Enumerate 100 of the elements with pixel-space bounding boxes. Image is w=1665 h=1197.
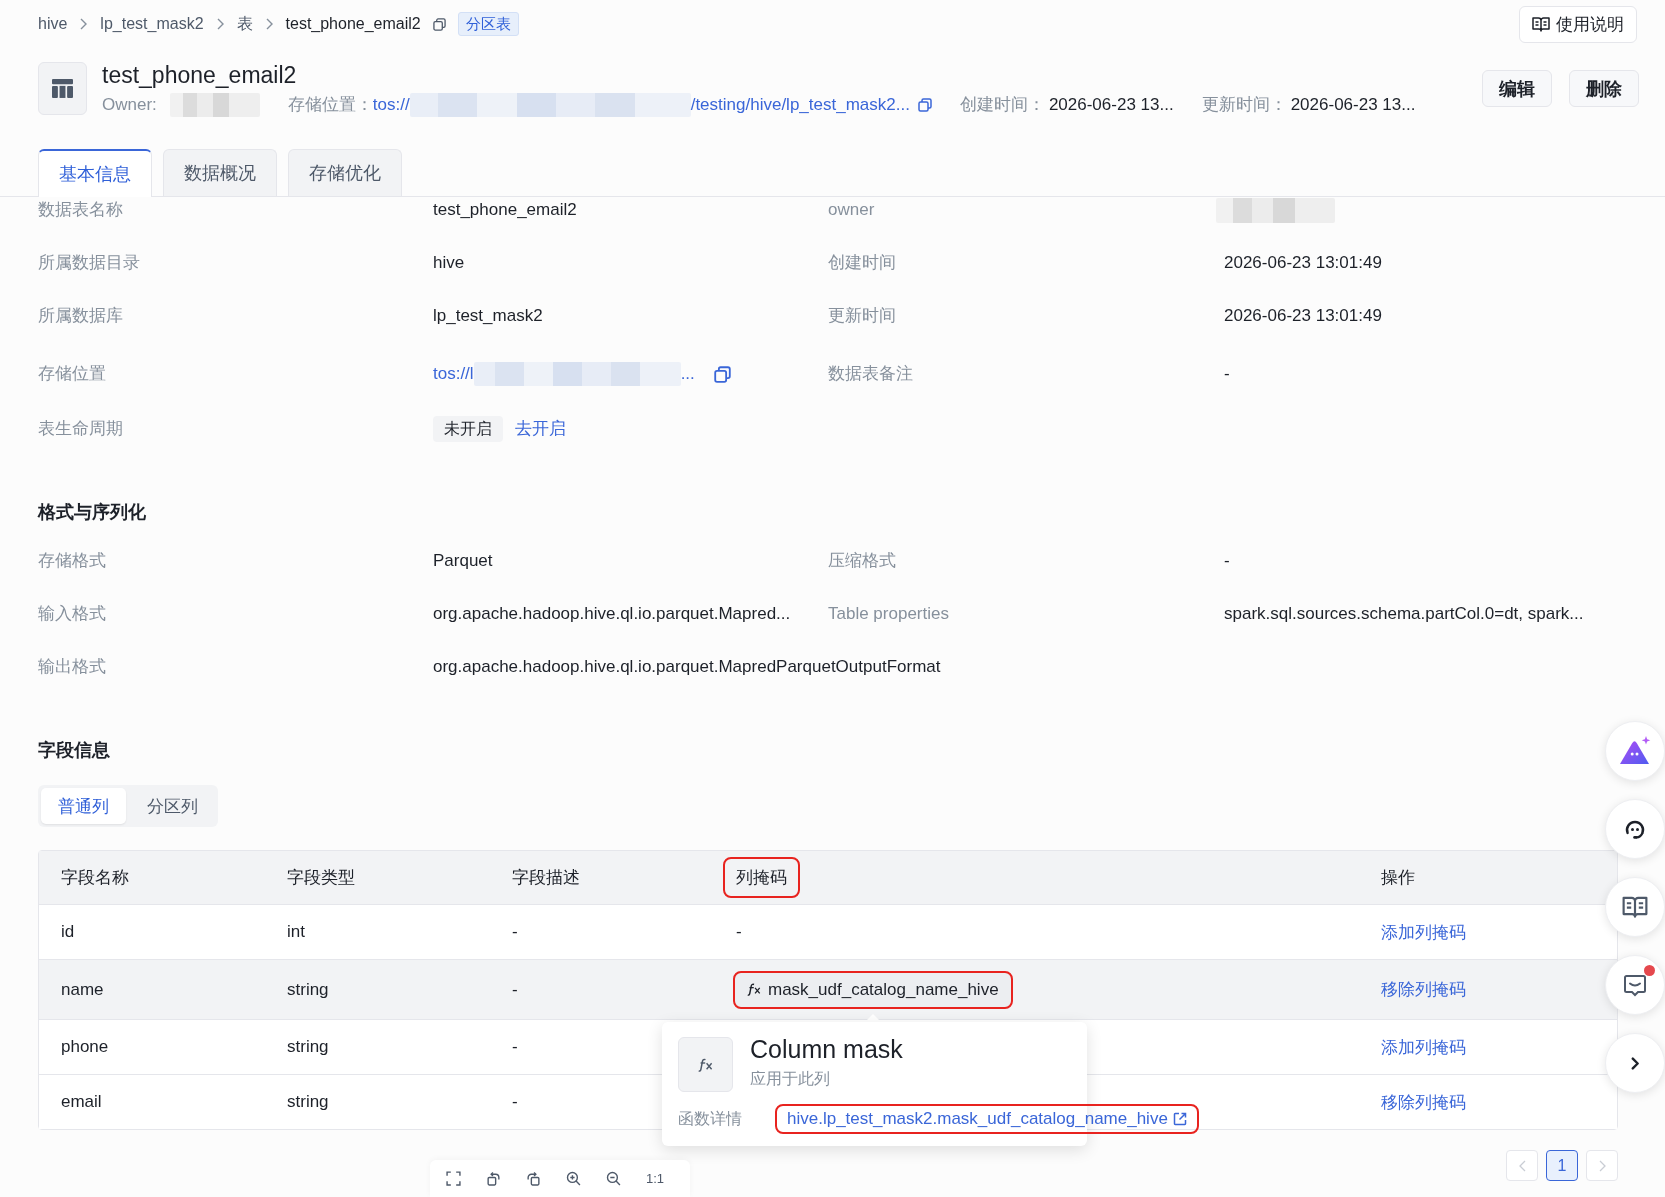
- actual-size-button[interactable]: 1:1: [646, 1171, 665, 1186]
- created-label: 创建时间：: [959, 94, 1045, 116]
- book-icon: [1532, 16, 1550, 32]
- field-label: 数据表备注: [828, 363, 913, 385]
- field-label: 表生命周期: [38, 418, 123, 440]
- field-label: 所属数据目录: [38, 252, 140, 274]
- chevron-right-icon: [1598, 1159, 1606, 1172]
- column-header: 字段描述: [512, 867, 580, 889]
- table-cell: phone: [61, 1037, 109, 1057]
- external-link-icon: [1172, 1112, 1187, 1126]
- action-button[interactable]: 编辑: [1482, 70, 1552, 107]
- field-value: Parquet: [433, 550, 493, 572]
- field-label: 所属数据库: [38, 305, 123, 327]
- floating-button[interactable]: [1605, 877, 1665, 937]
- field-label: 压缩格式: [828, 550, 896, 572]
- floating-button[interactable]: [1605, 799, 1665, 859]
- function-icon: [747, 983, 762, 996]
- breadcrumb-link[interactable]: lp_test_mask2: [100, 13, 204, 35]
- enable-link[interactable]: 去开启: [515, 416, 566, 442]
- fullscreen-icon[interactable]: [446, 1171, 461, 1186]
- row-action-link[interactable]: 移除列掩码: [1381, 1090, 1466, 1114]
- chevron-left-icon: [1518, 1159, 1526, 1172]
- field-value: hive: [433, 252, 465, 274]
- field-value: org.apache.hadoop.hive.ql.io.parquet.Mapred...: [433, 603, 791, 625]
- column-header: 字段类型: [287, 867, 355, 889]
- field-value: test_phone_email2: [433, 199, 577, 221]
- zoom-out-icon[interactable]: [606, 1171, 621, 1186]
- action-button[interactable]: 删除: [1569, 70, 1639, 107]
- row-action-link[interactable]: 添加列掩码: [1381, 920, 1466, 944]
- popover-subtitle: 应用于此列: [750, 1069, 830, 1089]
- copy-icon[interactable]: [917, 98, 932, 112]
- table-cell: string: [287, 1037, 329, 1057]
- field-label: Table properties: [828, 603, 949, 625]
- table-title: test_phone_email2: [102, 62, 297, 88]
- field-label: 创建时间: [828, 252, 896, 274]
- field-value: -: [1224, 550, 1230, 572]
- field-value: 2026-06-23 13:01:49: [1224, 305, 1382, 327]
- tab[interactable]: 数据概况: [163, 149, 277, 196]
- table-cell: int: [287, 922, 305, 942]
- partition-tag: 分区表: [457, 12, 519, 36]
- table-cell: id: [61, 922, 75, 942]
- table-cell: -: [512, 922, 518, 942]
- field-value: lp_test_mask2: [433, 305, 543, 327]
- row-action-link[interactable]: 添加列掩码: [1381, 1035, 1466, 1059]
- table-cell: string: [287, 979, 329, 1000]
- updated-value: 2026-06-23 13...: [1290, 94, 1416, 116]
- mask-function-chip[interactable]: mask_udf_catalog_name_hive: [733, 970, 1013, 1009]
- table-cell: -: [512, 1037, 518, 1057]
- breadcrumb-link[interactable]: hive: [38, 13, 68, 35]
- segment-option[interactable]: 普通列: [41, 788, 126, 824]
- field-label: 更新时间: [828, 305, 896, 327]
- popover-title: Column mask: [750, 1034, 903, 1064]
- chevron-right-icon: [80, 18, 88, 30]
- storage-label: 存储位置：: [287, 94, 373, 116]
- field-label: owner: [828, 199, 875, 221]
- table-cell: -: [736, 922, 742, 942]
- field-label: 存储格式: [38, 550, 106, 572]
- function-detail-label: 函数详情: [678, 1108, 742, 1129]
- table-cell: email: [61, 1092, 102, 1112]
- storage-link[interactable]: ...: [680, 361, 695, 387]
- table-cell: -: [512, 1092, 518, 1112]
- owner-label: Owner:: [102, 94, 157, 116]
- chevron-right-icon: [265, 18, 273, 30]
- help-button[interactable]: 使用说明: [1519, 5, 1637, 43]
- table-icon: [38, 62, 87, 115]
- tab[interactable]: 基本信息: [38, 149, 152, 197]
- section-title: 字段信息: [38, 739, 110, 762]
- segment-option[interactable]: 分区列: [130, 788, 215, 824]
- field-label: 输出格式: [38, 656, 106, 678]
- breadcrumb-current: test_phone_email2: [285, 14, 421, 34]
- copy-icon[interactable]: [713, 365, 731, 383]
- table-cell: -: [512, 979, 518, 1000]
- breadcrumb-link[interactable]: 表: [236, 13, 253, 35]
- mountain-sparkle-icon: [1618, 736, 1652, 766]
- storage-link[interactable]: /testing/hive/lp_test_mask2...: [690, 93, 910, 117]
- function-detail-link[interactable]: hive.lp_test_mask2.mask_udf_catalog_name_hive: [775, 1104, 1199, 1134]
- column-header: 操作: [1381, 867, 1415, 889]
- chat-bubble-icon: [1622, 973, 1648, 997]
- row-action-link[interactable]: 移除列掩码: [1381, 978, 1466, 1001]
- status-tag: 未开启: [433, 416, 503, 442]
- column-header: 字段名称: [61, 867, 129, 889]
- page-button[interactable]: 1: [1546, 1150, 1578, 1181]
- copy-icon[interactable]: [432, 17, 446, 31]
- tab[interactable]: 存储优化: [288, 149, 402, 196]
- table-cell: name: [61, 979, 104, 1000]
- floating-button[interactable]: [1605, 955, 1665, 1015]
- field-value: -: [1224, 363, 1230, 385]
- field-label: 存储位置: [38, 363, 106, 385]
- chevron-right-icon: [1630, 1056, 1640, 1070]
- field-label: 输入格式: [38, 603, 106, 625]
- storage-link[interactable]: tos://l: [433, 361, 474, 387]
- zoom-in-icon[interactable]: [566, 1171, 581, 1186]
- book-icon: [1622, 895, 1648, 919]
- rotate-left-icon[interactable]: [486, 1171, 501, 1186]
- column-header: 列掩码: [723, 857, 800, 898]
- storage-link[interactable]: tos://: [372, 93, 410, 117]
- field-value: org.apache.hadoop.hive.ql.io.parquet.MapredParquetOutputFormat: [433, 656, 941, 678]
- function-icon: [678, 1037, 733, 1092]
- field-value: spark.sql.sources.schema.partCol.0=dt, spark...: [1224, 603, 1584, 625]
- rotate-right-icon[interactable]: [526, 1171, 541, 1186]
